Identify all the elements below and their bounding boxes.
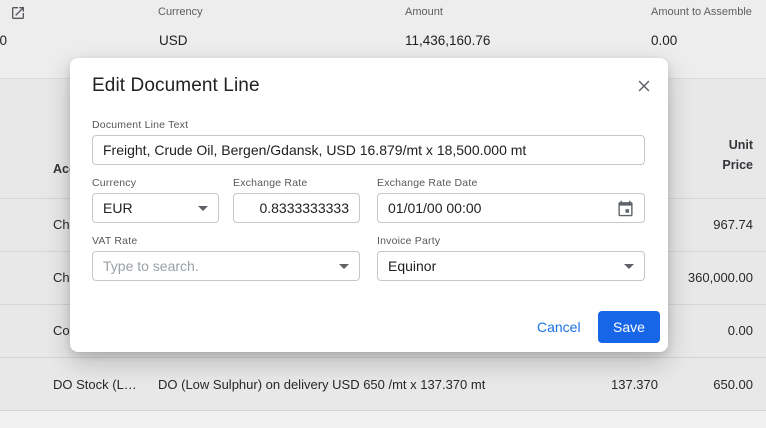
summary-col-amount: Amount (405, 6, 443, 18)
exchange-rate-date-label: Exchange Rate Date (377, 177, 478, 189)
table-row-description: DO (Low Sulphur) on delivery USD 650 /mt… (158, 377, 485, 392)
table-row-unit-price: 650.00 (623, 377, 753, 392)
chevron-down-icon (339, 264, 349, 269)
lines-col-unit-price-line1: Unit (653, 138, 753, 152)
vat-rate-label: VAT Rate (92, 235, 137, 247)
table-row-account: DO Stock (L… (53, 377, 137, 392)
open-in-new-icon[interactable] (10, 5, 26, 21)
dialog-title: Edit Document Line (92, 75, 260, 97)
app-root: Currency Amount Amount to Assemble 00 US… (0, 0, 766, 428)
summary-col-amount-to-assemble: Amount to Assemble (651, 6, 752, 18)
exchange-rate-label: Exchange Rate (233, 177, 307, 189)
table-row-account: Co (53, 323, 70, 338)
save-button[interactable]: Save (598, 311, 660, 343)
exchange-rate-date-value: 01/01/00 00:00 (388, 200, 617, 216)
table-row-account: Ch (53, 217, 70, 232)
chevron-down-icon (198, 206, 208, 211)
currency-value: EUR (103, 200, 190, 216)
document-line-text-input[interactable] (92, 135, 645, 165)
table-row-account: Ch (53, 270, 70, 285)
exchange-rate-date-input[interactable]: 01/01/00 00:00 (377, 193, 645, 223)
calendar-icon[interactable] (617, 200, 634, 217)
edit-document-line-dialog: Edit Document Line Document Line Text Cu… (70, 58, 668, 352)
currency-select[interactable]: EUR (92, 193, 219, 223)
close-icon[interactable] (632, 74, 656, 98)
summary-cell-amount-to-assemble: 0.00 (651, 33, 677, 48)
next-row-strip (0, 411, 766, 428)
summary-left-fragment: 00 (0, 33, 7, 48)
summary-col-currency: Currency (158, 6, 203, 18)
summary-cell-currency: USD (159, 33, 188, 48)
vat-rate-placeholder: Type to search. (103, 258, 331, 274)
currency-label: Currency (92, 177, 136, 189)
lines-col-unit-price-line2: Price (653, 158, 753, 172)
invoice-party-select[interactable]: Equinor (377, 251, 645, 281)
document-line-text-label: Document Line Text (92, 119, 188, 131)
vat-rate-select[interactable]: Type to search. (92, 251, 360, 281)
exchange-rate-input[interactable] (233, 193, 360, 223)
cancel-button[interactable]: Cancel (537, 319, 579, 335)
invoice-party-label: Invoice Party (377, 235, 440, 247)
invoice-party-value: Equinor (388, 258, 616, 274)
summary-cell-amount: 11,436,160.76 (405, 33, 490, 48)
chevron-down-icon (624, 264, 634, 269)
